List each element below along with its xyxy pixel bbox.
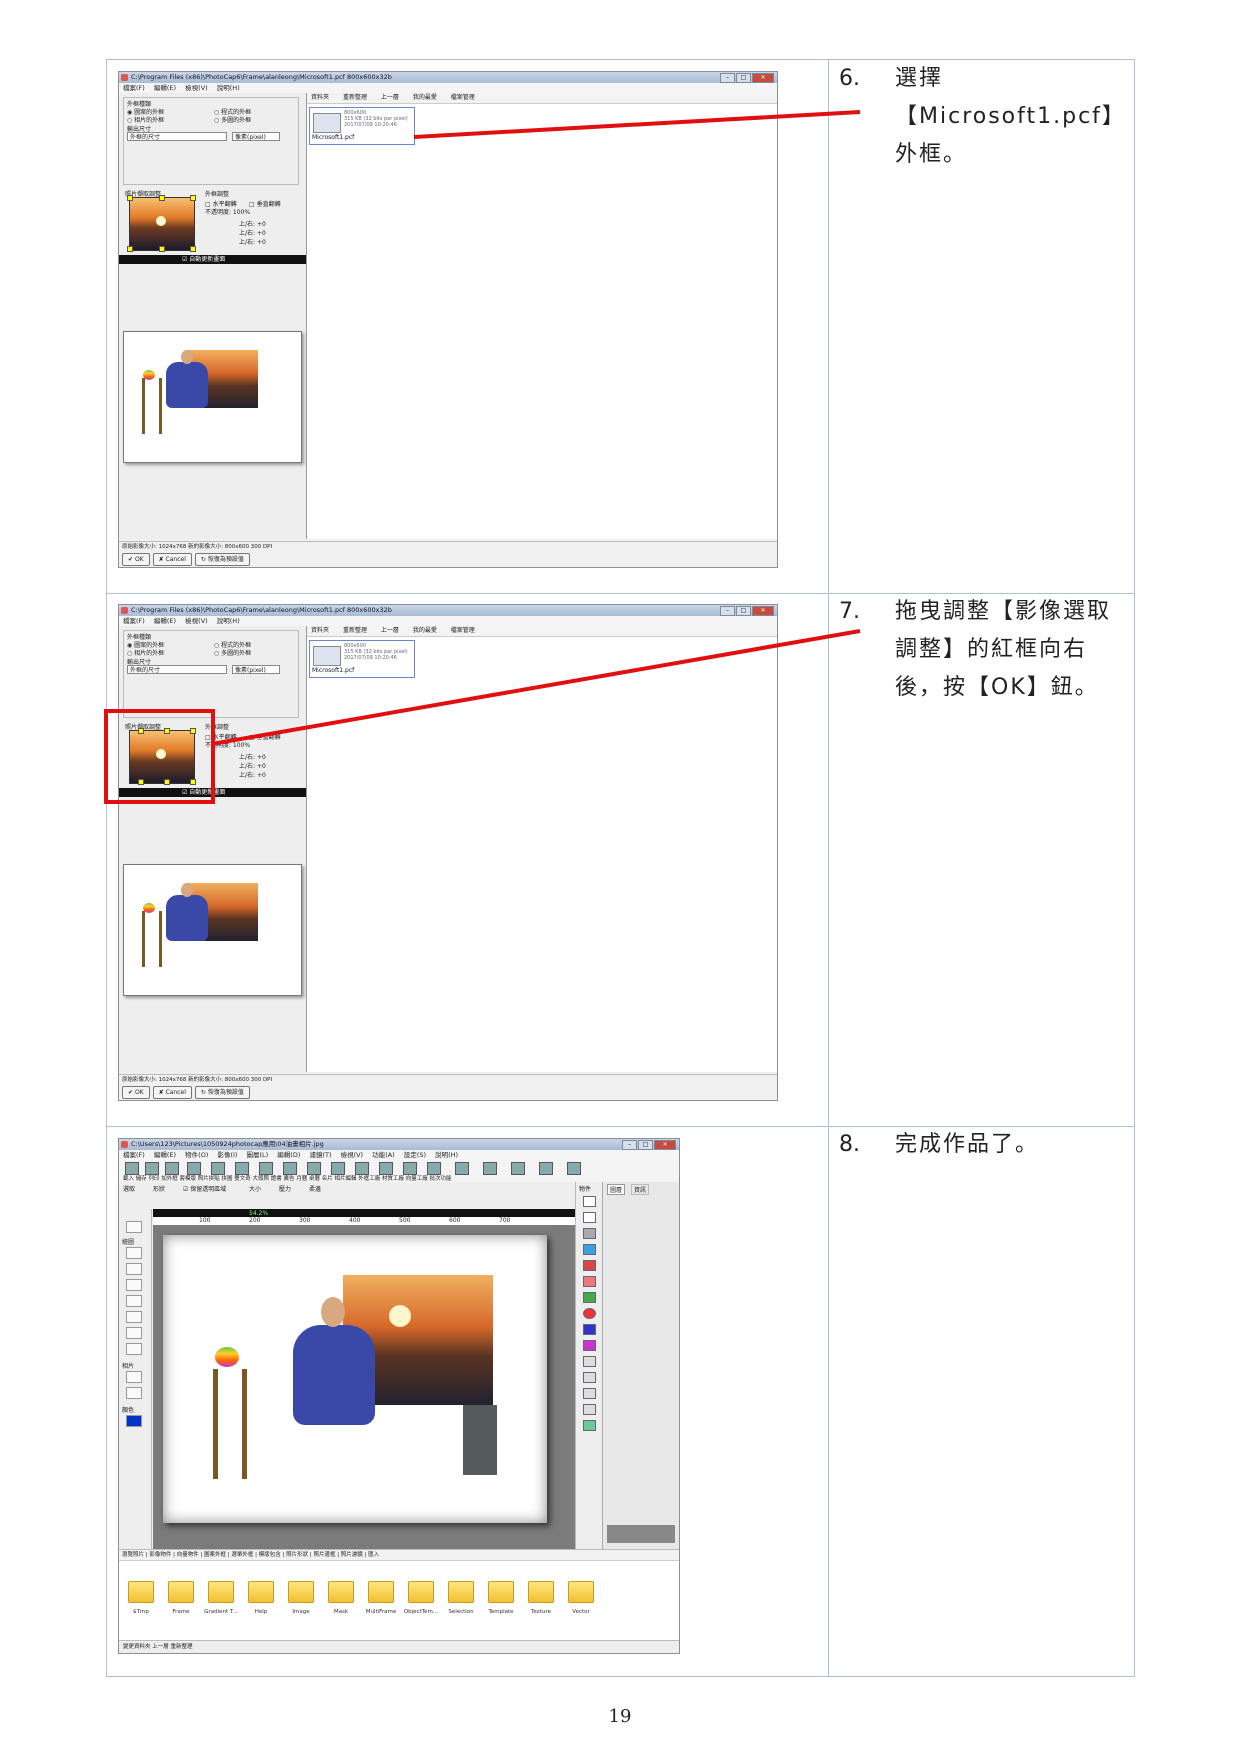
- arrow-line-step6: [413, 110, 861, 139]
- annotation-arrows: [211, 110, 861, 746]
- arrow-line-step7: [211, 629, 861, 746]
- page-number: 19: [608, 1706, 632, 1727]
